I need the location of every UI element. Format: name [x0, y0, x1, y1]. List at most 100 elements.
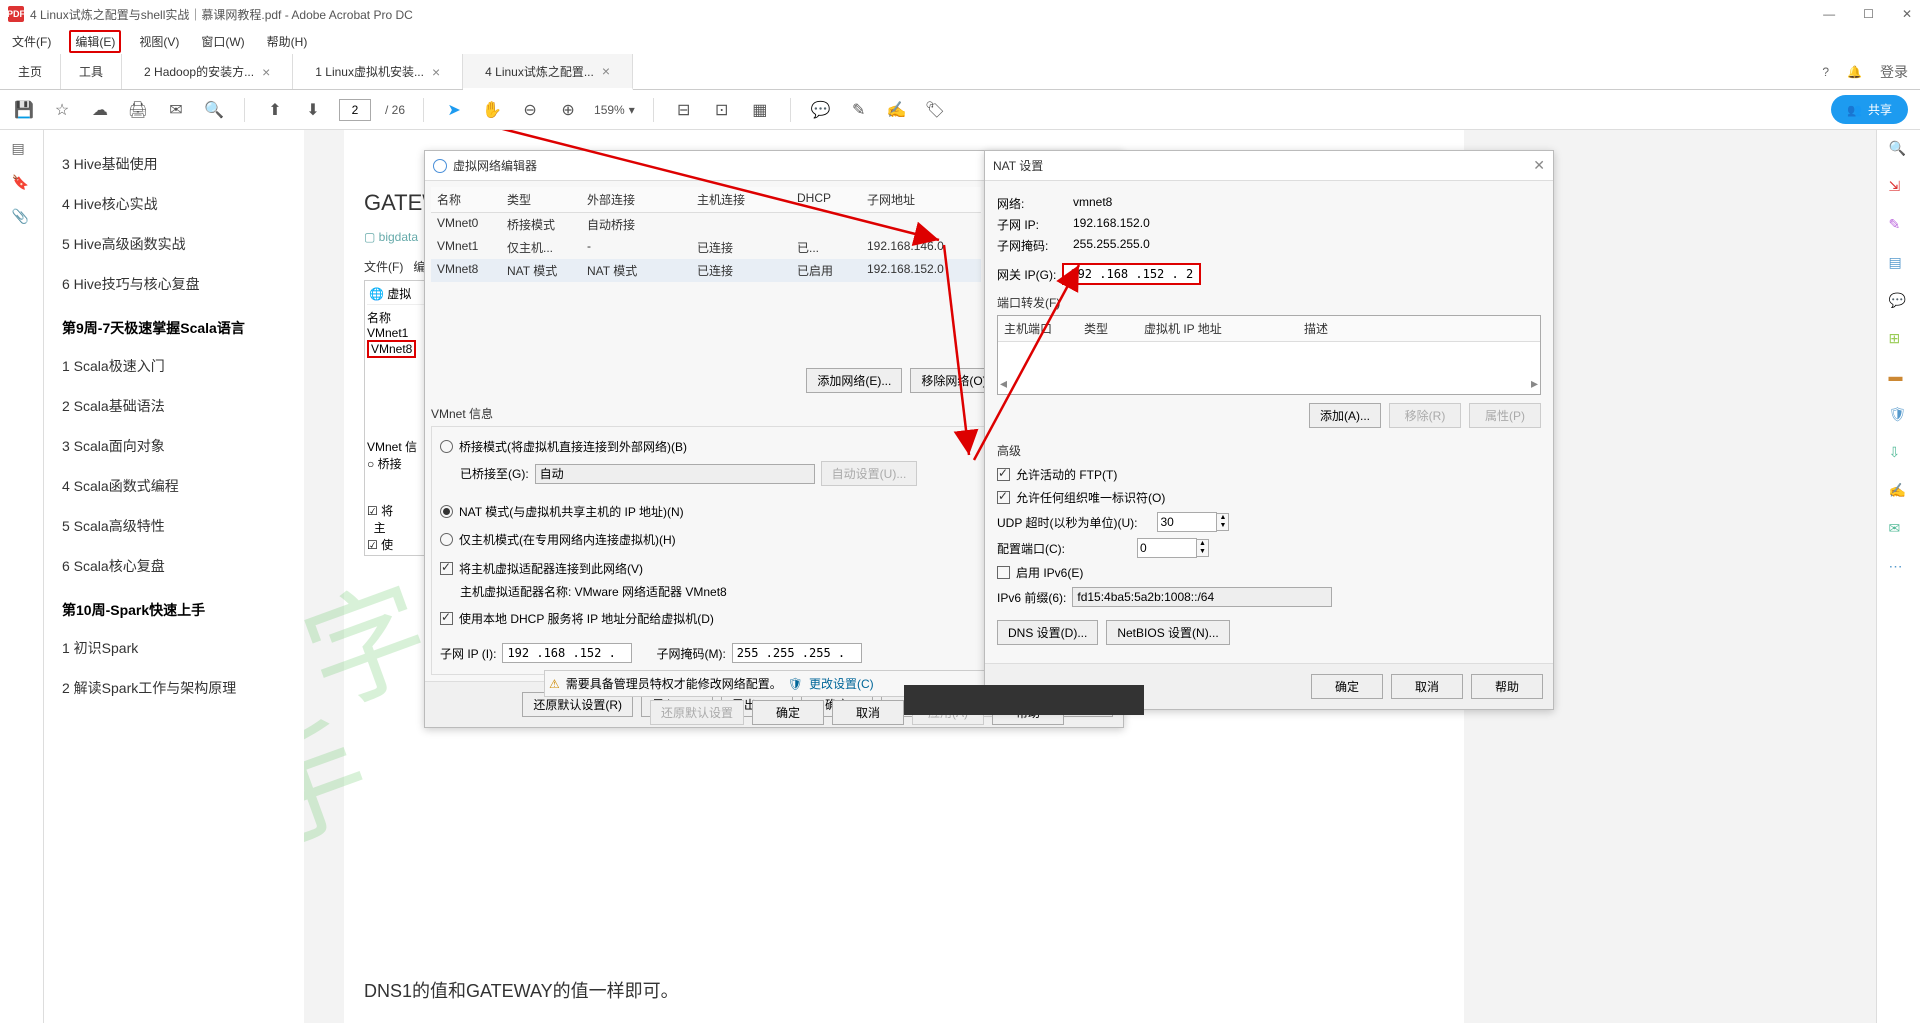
spin-up-icon[interactable]: ▲	[1197, 540, 1208, 548]
save-icon[interactable]: 💾	[12, 98, 36, 122]
fit-width-icon[interactable]: ⊟	[672, 98, 696, 122]
cloud-icon[interactable]: ☁	[88, 98, 112, 122]
close-icon[interactable]: ×	[602, 63, 610, 79]
toc-item[interactable]: 5 Scala高级特性	[62, 506, 286, 546]
fit-page-icon[interactable]: ⊡	[710, 98, 734, 122]
toc-item[interactable]: 5 Hive高级函数实战	[62, 224, 286, 264]
page-down-icon[interactable]: ⬇	[301, 98, 325, 122]
doc-tab-1[interactable]: 1 Linux虚拟机安装...×	[293, 54, 463, 89]
bookmarks-icon[interactable]: 🔖	[12, 174, 32, 194]
menu-view[interactable]: 视图(V)	[135, 31, 183, 52]
star-icon[interactable]: ☆	[50, 98, 74, 122]
toc-item[interactable]: 4 Hive核心实战	[62, 184, 286, 224]
toc-item[interactable]: 6 Scala核心复盘	[62, 546, 286, 586]
toc-item[interactable]: 4 Scala函数式编程	[62, 466, 286, 506]
table-cell[interactable]: VMnet0	[431, 213, 501, 236]
add-button[interactable]: 添加(A)...	[1309, 403, 1381, 428]
menu-help[interactable]: 帮助(H)	[263, 31, 312, 52]
bridge-radio[interactable]	[440, 440, 453, 453]
remove-button[interactable]: 移除(R)	[1389, 403, 1461, 428]
dns-settings-button[interactable]: DNS 设置(D)...	[997, 620, 1098, 645]
spin-up-icon[interactable]: ▲	[1217, 514, 1228, 522]
sign-icon[interactable]: ✍	[885, 98, 909, 122]
menu-file[interactable]: 文件(F)	[8, 31, 55, 52]
toc-item[interactable]: 3 Scala面向对象	[62, 426, 286, 466]
search-icon[interactable]: 🔍	[202, 98, 226, 122]
maximize-button[interactable]: ☐	[1863, 7, 1874, 21]
help-button[interactable]: 帮助	[1471, 674, 1543, 699]
mail-icon[interactable]: ✉	[164, 98, 188, 122]
close-icon[interactable]: ✕	[1533, 157, 1545, 174]
zoom-in-icon[interactable]: ⊕	[556, 98, 580, 122]
ipv6-check[interactable]	[997, 566, 1010, 579]
ftp-check[interactable]	[997, 468, 1010, 481]
add-network-button[interactable]: 添加网络(E)...	[806, 368, 902, 393]
toc-item[interactable]: 3 Hive基础使用	[62, 144, 286, 184]
dhcp-check[interactable]	[440, 612, 453, 625]
auto-settings-button[interactable]: 自动设置(U)...	[821, 461, 918, 486]
tab-tools[interactable]: 工具	[61, 54, 122, 89]
org-check[interactable]	[997, 491, 1010, 504]
pointer-icon[interactable]: ➤	[442, 98, 466, 122]
close-button[interactable]: ✕	[1902, 7, 1912, 21]
properties-button[interactable]: 属性(P)	[1469, 403, 1541, 428]
bridge-select[interactable]	[535, 464, 815, 484]
panel-fill-icon[interactable]: ✍	[1889, 482, 1909, 502]
scroll-left-icon[interactable]: ◂	[1000, 375, 1007, 392]
subnet-ip-input[interactable]	[502, 643, 632, 663]
panel-organize-icon[interactable]: ▤	[1889, 254, 1909, 274]
udp-timeout-input[interactable]	[1157, 512, 1217, 532]
panel-export-icon[interactable]: ⇲	[1889, 178, 1909, 198]
subnet-mask-input[interactable]	[732, 643, 862, 663]
ok-button[interactable]: 确定	[1311, 674, 1383, 699]
thumbnails-icon[interactable]: ▤	[12, 140, 32, 160]
netbios-settings-button[interactable]: NetBIOS 设置(N)...	[1106, 620, 1229, 645]
doc-tab-0[interactable]: 2 Hadoop的安装方...×	[122, 54, 293, 89]
hostonly-radio[interactable]	[440, 533, 453, 546]
hand-icon[interactable]: ✋	[480, 98, 504, 122]
page-up-icon[interactable]: ⬆	[263, 98, 287, 122]
minimize-button[interactable]: —	[1823, 7, 1835, 21]
page-input[interactable]	[339, 99, 371, 121]
scroll-right-icon[interactable]: ▸	[1531, 375, 1538, 392]
stamp-icon[interactable]: 🏷	[923, 98, 947, 122]
menu-window[interactable]: 窗口(W)	[197, 31, 248, 52]
attach-icon[interactable]: 📎	[12, 208, 32, 228]
help-icon[interactable]: ?	[1822, 65, 1829, 79]
toc-item[interactable]: 2 解读Spark工作与架构原理	[62, 668, 286, 708]
tab-home[interactable]: 主页	[0, 54, 61, 89]
panel-compress-icon[interactable]: ⇩	[1889, 444, 1909, 464]
toc-item[interactable]: 1 Scala极速入门	[62, 346, 286, 386]
ipv6-prefix-input[interactable]	[1072, 587, 1332, 607]
panel-comment-icon[interactable]: 💬	[1889, 292, 1909, 312]
panel-redact-icon[interactable]: ▬	[1889, 368, 1909, 388]
nat-radio[interactable]	[440, 505, 453, 518]
close-icon[interactable]: ×	[262, 64, 270, 80]
config-port-input[interactable]	[1137, 538, 1197, 558]
doc-tab-2[interactable]: 4 Linux试炼之配置...×	[463, 54, 633, 90]
share-button[interactable]: 👥共享	[1831, 95, 1908, 124]
toc-item[interactable]: 6 Hive技巧与核心复盘	[62, 264, 286, 304]
connect-host-check[interactable]	[440, 562, 453, 575]
spin-down-icon[interactable]: ▼	[1197, 548, 1208, 556]
panel-search-icon[interactable]: 🔍	[1889, 140, 1909, 160]
toc-item[interactable]: 1 初识Spark	[62, 628, 286, 668]
table-cell[interactable]: VMnet8	[431, 259, 501, 282]
panel-protect-icon[interactable]: 🛡	[1889, 406, 1909, 426]
table-cell[interactable]: VMnet1	[431, 236, 501, 259]
cancel-button[interactable]: 取消	[1391, 674, 1463, 699]
toc-heading[interactable]: 第10周-Spark快速上手	[62, 586, 286, 628]
comment-icon[interactable]: 💬	[809, 98, 833, 122]
menu-edit[interactable]: 编辑(E)	[69, 30, 121, 53]
zoom-out-icon[interactable]: ⊖	[518, 98, 542, 122]
panel-combine-icon[interactable]: ⊞	[1889, 330, 1909, 350]
view-icon[interactable]: ▦	[748, 98, 772, 122]
close-icon[interactable]: ×	[432, 64, 440, 80]
toc-item[interactable]: 2 Scala基础语法	[62, 386, 286, 426]
panel-send-icon[interactable]: ✉	[1889, 520, 1909, 540]
bell-icon[interactable]: 🔔	[1847, 65, 1862, 79]
zoom-level[interactable]: 159% ▾	[594, 103, 635, 117]
gateway-ip-input[interactable]: 192 .168 .152 . 2	[1062, 263, 1201, 285]
print-icon[interactable]: 🖨	[126, 98, 150, 122]
spin-down-icon[interactable]: ▼	[1217, 522, 1228, 530]
